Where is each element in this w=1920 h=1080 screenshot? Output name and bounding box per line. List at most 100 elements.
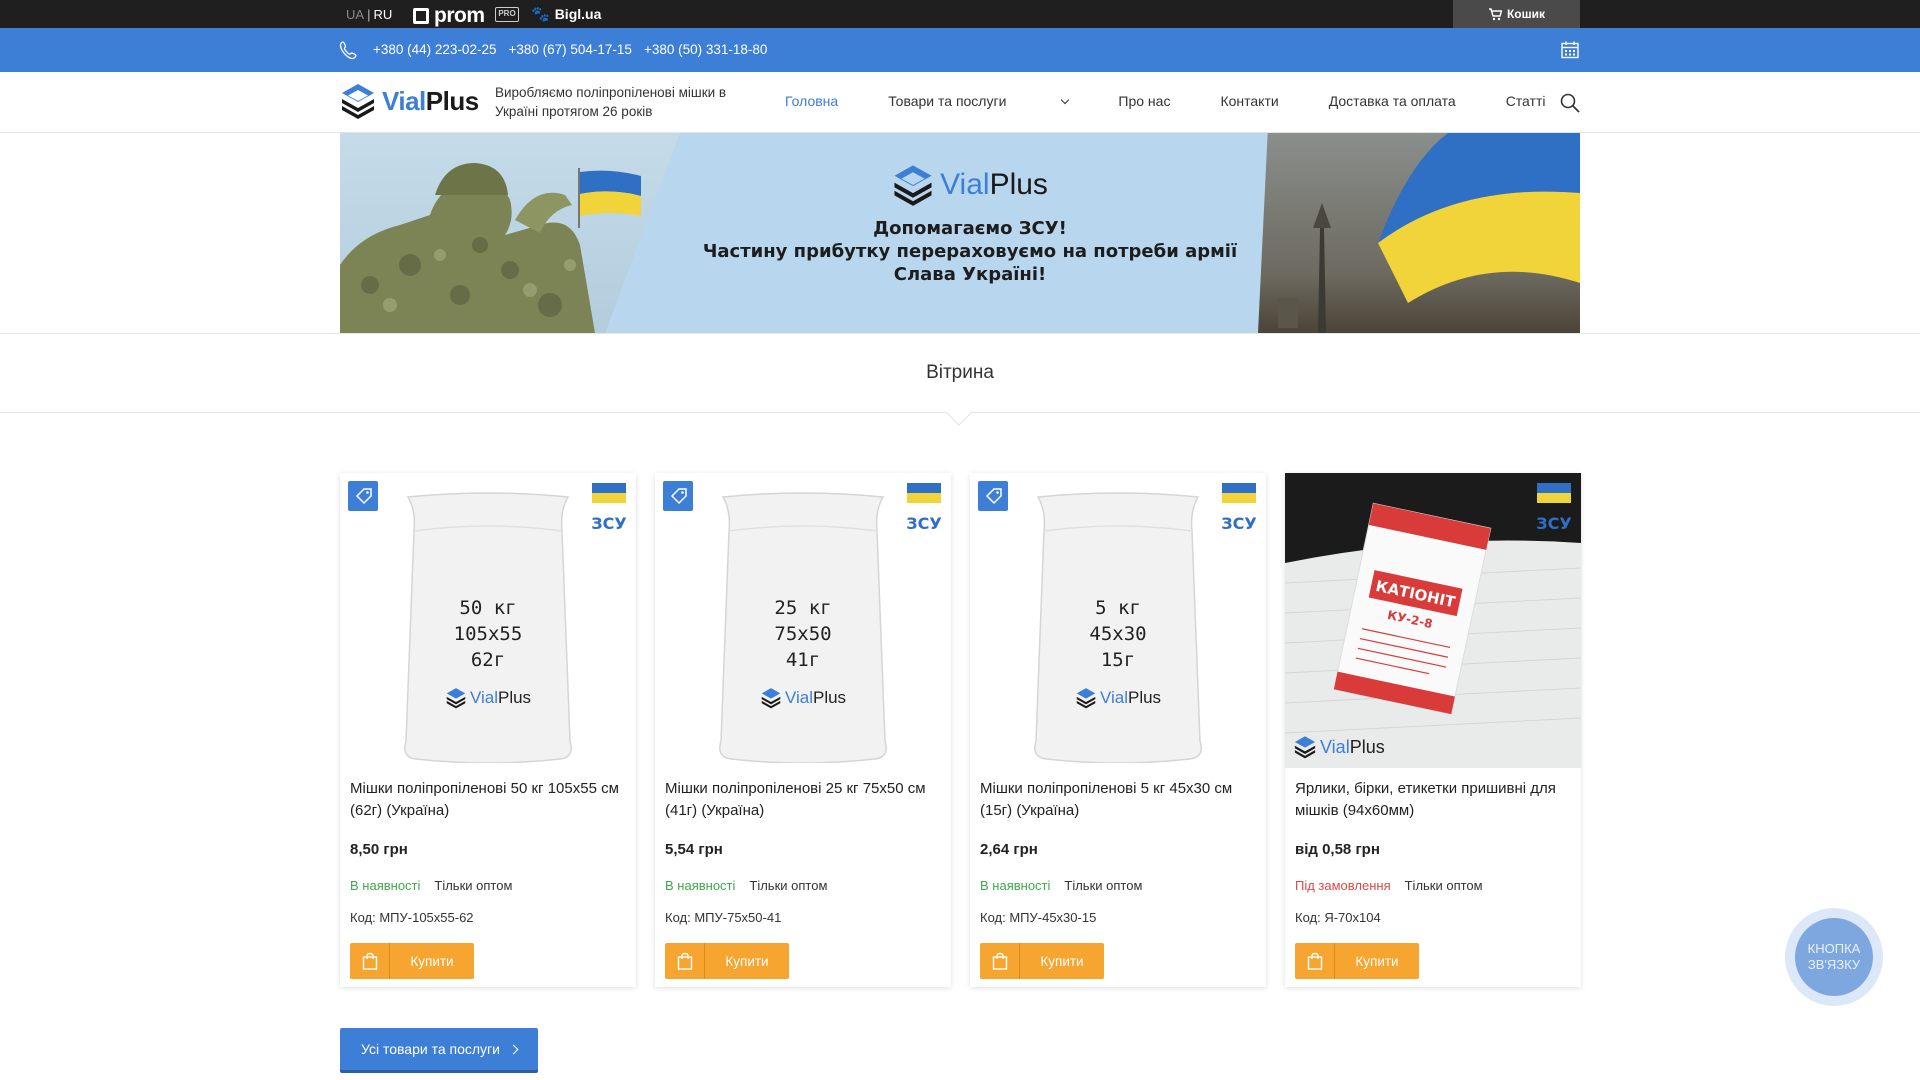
- product-card[interactable]: КАТІОНІТ КУ-2-8 VialPlus ЗСУ Ярлики, бір…: [1285, 473, 1581, 987]
- product-status: Під замовлення Тільки оптом: [1295, 878, 1483, 893]
- sack-print: 25 кг 75x50 41г: [774, 597, 832, 671]
- product-code: Код: МПУ-105х55-62: [350, 910, 474, 925]
- search-icon[interactable]: [1559, 92, 1581, 114]
- availability-badge: В наявності: [665, 878, 736, 893]
- banner-line-3: Слава Україні!: [893, 264, 1047, 285]
- section-title: Вітрина: [926, 362, 994, 383]
- chevron-right-icon: [508, 1044, 519, 1054]
- availability-badge: В наявності: [980, 878, 1051, 893]
- svg-text:ЗСУ: ЗСУ: [592, 514, 626, 533]
- banner-monument-image: [1258, 133, 1580, 333]
- product-image[interactable]: 25 кг 75x50 41г VialPlus ЗСУ: [655, 473, 951, 768]
- zsu-support-badge: ЗСУ: [1222, 483, 1256, 533]
- product-price: 5,54 грн: [665, 841, 723, 858]
- phone-list: +380 (44) 223-02-25 +380 (67) 504-17-15 …: [373, 42, 767, 57]
- wholesale-badge: Тільки оптом: [749, 878, 828, 893]
- phone-link[interactable]: +380 (44) 223-02-25: [373, 42, 496, 57]
- prom-pro-badge: PRO: [495, 7, 519, 22]
- zsu-support-badge: ЗСУ: [592, 483, 626, 533]
- all-products-button[interactable]: Усі товари та послуги: [340, 1028, 538, 1070]
- calendar-icon[interactable]: [1560, 40, 1580, 60]
- product-status: В наявності Тільки оптом: [665, 878, 827, 893]
- vialplus-logo-icon: [342, 84, 374, 119]
- vialplus-logo-icon: [761, 688, 781, 709]
- availability-badge: В наявності: [350, 878, 421, 893]
- nav-contacts[interactable]: Контакти: [1220, 93, 1278, 109]
- product-image[interactable]: 5 кг 45x30 15г VialPlus ЗСУ: [970, 473, 1266, 768]
- zsu-support-badge: ЗСУ: [907, 483, 941, 533]
- product-card[interactable]: 50 кг 105x55 62г VialPlus ЗСУ Мішки поліпр…: [340, 473, 636, 987]
- paw-icon: 🐾: [531, 6, 550, 23]
- cart-button[interactable]: Кошик: [1453, 0, 1580, 28]
- tag-icon: [978, 481, 1008, 511]
- buy-button[interactable]: Купити: [665, 943, 789, 979]
- nav-articles[interactable]: Статті: [1506, 93, 1546, 109]
- product-status: В наявності Тільки оптом: [350, 878, 512, 893]
- product-title[interactable]: Ярлики, бірки, етикетки пришивні для міш…: [1295, 778, 1575, 822]
- availability-badge: Під замовлення: [1295, 878, 1391, 893]
- product-title[interactable]: Мішки поліпропіленові 5 кг 45х30 см (15г…: [980, 778, 1260, 822]
- chevron-down-icon: [1061, 95, 1070, 105]
- prom-logo[interactable]: prom: [413, 4, 485, 28]
- tag-icon: [348, 481, 378, 511]
- product-code: Код: Я-70х104: [1295, 910, 1381, 925]
- lang-ru[interactable]: RU: [373, 7, 392, 22]
- site-tagline: Виробляємо поліпропіленові мішки в Украї…: [495, 85, 727, 119]
- nav-about[interactable]: Про нас: [1118, 93, 1170, 109]
- vialplus-logo-icon: [1076, 688, 1096, 709]
- banner-soldier-image: [340, 133, 680, 333]
- product-image[interactable]: КАТІОНІТ КУ-2-8 VialPlus ЗСУ: [1285, 473, 1581, 768]
- banner-line-1: Допомагаємо ЗСУ!: [873, 218, 1067, 239]
- shopping-bag-icon: [350, 943, 390, 979]
- buy-button[interactable]: Купити: [980, 943, 1104, 979]
- vialplus-logo-icon: [446, 688, 466, 709]
- lang-ua[interactable]: UA: [346, 7, 364, 22]
- wholesale-badge: Тільки оптом: [1404, 878, 1483, 893]
- shopping-bag-icon: [665, 943, 705, 979]
- product-price: 2,64 грн: [980, 841, 1038, 858]
- wholesale-badge: Тільки оптом: [434, 878, 513, 893]
- site-header: VialPlus Виробляємо поліпропіленові мішк…: [0, 72, 1920, 133]
- svg-text:ЗСУ: ЗСУ: [1222, 514, 1256, 533]
- contact-button[interactable]: КНОПКА ЗВ'ЯЗКУ: [1785, 908, 1883, 1006]
- product-code: Код: МПУ-45х30-15: [980, 910, 1097, 925]
- vialplus-logo-icon: [1294, 736, 1316, 759]
- sack-logo: VialPlus: [400, 687, 576, 709]
- banner-logo: VialPlus: [680, 163, 1260, 207]
- product-title[interactable]: Мішки поліпропіленові 25 кг 75х50 см (41…: [665, 778, 945, 822]
- vialplus-logo-icon: [894, 165, 932, 206]
- phone-bar: +380 (44) 223-02-25 +380 (67) 504-17-15 …: [0, 28, 1920, 72]
- site-logo[interactable]: VialPlus: [340, 82, 479, 120]
- shopping-bag-icon: [1295, 943, 1335, 979]
- phone-link[interactable]: +380 (67) 504-17-15: [508, 42, 631, 57]
- product-status: В наявності Тільки оптом: [980, 878, 1142, 893]
- nav-home[interactable]: Головна: [785, 93, 838, 109]
- prom-logo-icon: [413, 8, 429, 24]
- sack-logo: VialPlus: [1030, 687, 1206, 709]
- sack-logo: VialPlus: [1293, 735, 1385, 759]
- sack-print: 5 кг 45x30 15г: [1089, 597, 1147, 671]
- product-price: 8,50 грн: [350, 841, 408, 858]
- product-card[interactable]: 25 кг 75x50 41г VialPlus ЗСУ Мішки поліпро…: [655, 473, 951, 987]
- nav-delivery[interactable]: Доставка та оплата: [1329, 93, 1456, 109]
- promo-banner[interactable]: VialPlus Допомагаємо ЗСУ! Частину прибут…: [340, 133, 1580, 333]
- product-image[interactable]: 50 кг 105x55 62г VialPlus ЗСУ: [340, 473, 636, 768]
- product-card[interactable]: 5 кг 45x30 15г VialPlus ЗСУ Мішки поліпроп…: [970, 473, 1266, 987]
- product-price: від 0,58 грн: [1295, 841, 1380, 858]
- wholesale-badge: Тільки оптом: [1064, 878, 1143, 893]
- nav-products[interactable]: Товари та послуги: [888, 93, 1070, 109]
- tag-icon: [663, 481, 693, 511]
- soldier-image: [340, 163, 595, 333]
- top-bar: UA | RU prom PRO 🐾 Bigl.ua Кошик: [0, 0, 1920, 28]
- phone-link[interactable]: +380 (50) 331-18-80: [644, 42, 767, 57]
- sack-print: 50 кг 105x55 62г: [453, 597, 523, 671]
- buy-button[interactable]: Купити: [350, 943, 474, 979]
- banner-line-2: Частину прибутку перераховуємо на потреб…: [702, 241, 1238, 262]
- shopping-bag-icon: [980, 943, 1020, 979]
- language-switch: UA | RU: [346, 7, 393, 22]
- phone-icon: [339, 41, 357, 60]
- buy-button[interactable]: Купити: [1295, 943, 1419, 979]
- product-title[interactable]: Мішки поліпропіленові 50 кг 105х55 см (6…: [350, 778, 630, 822]
- bigl-logo[interactable]: 🐾 Bigl.ua: [531, 5, 601, 23]
- banner-message: VialPlus Допомагаємо ЗСУ! Частину прибут…: [680, 163, 1260, 286]
